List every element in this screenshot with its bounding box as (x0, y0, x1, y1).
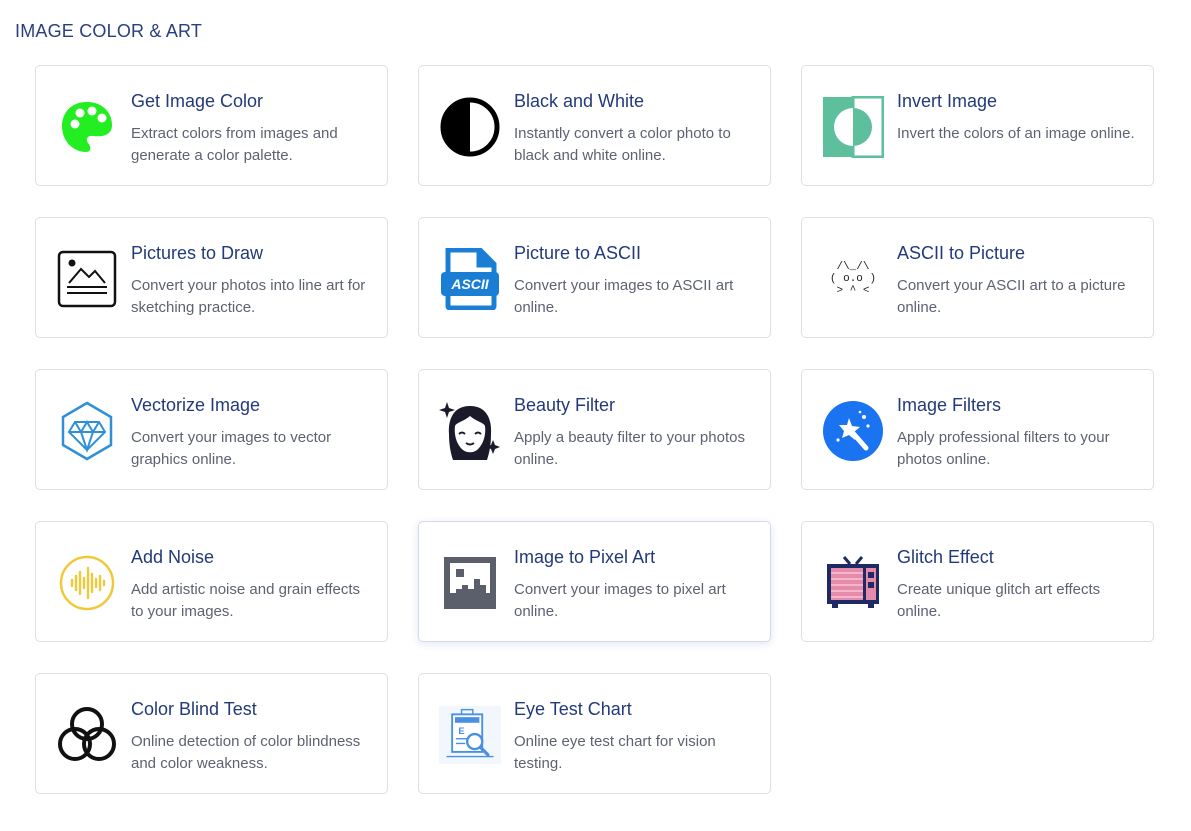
tool-description: Online eye test chart for vision testing… (514, 733, 716, 772)
tool-title: Pictures to Draw (131, 243, 264, 263)
beauty-face-icon (439, 400, 501, 462)
tool-card-image-filters[interactable]: Image Filters Apply professional filters… (801, 369, 1154, 490)
tool-title: ASCII to Picture (897, 243, 1026, 263)
tool-card-beauty-filter[interactable]: Beauty Filter Apply a beauty filter to y… (418, 369, 771, 490)
tool-description: Convert your images to pixel art online. (514, 581, 726, 620)
tool-description: Instantly convert a color photo to black… (514, 125, 731, 164)
tool-card-color-blind-test[interactable]: Color Blind Test Online detection of col… (35, 673, 388, 794)
tool-title: Eye Test Chart (514, 699, 632, 719)
tool-title: Glitch Effect (897, 547, 994, 567)
tool-card-glitch-effect[interactable]: Glitch Effect Create unique glitch art e… (801, 521, 1154, 642)
vector-gem-icon (56, 400, 118, 462)
tool-card-add-noise[interactable]: Add Noise Add artistic noise and grain e… (35, 521, 388, 642)
tool-description: Add artistic noise and grain effects to … (131, 581, 361, 620)
section-title: IMAGE COLOR & ART (15, 21, 203, 41)
tool-description: Convert your ASCII art to a picture onli… (897, 277, 1126, 316)
palette-icon (56, 96, 118, 158)
tool-description: Apply a beauty filter to your photos onl… (514, 429, 745, 468)
sound-wave-icon (56, 552, 118, 614)
tool-description: Convert your images to ASCII art online. (514, 277, 734, 316)
tool-description: Invert the colors of an image online. (897, 125, 1135, 142)
tool-title: Add Noise (131, 547, 215, 567)
tool-title: Picture to ASCII (514, 243, 642, 263)
color-circles-icon (56, 704, 118, 766)
ascii-line: > ^ < (836, 285, 869, 297)
tool-card-image-to-pixel-art[interactable]: Image to Pixel Art Convert your images t… (418, 521, 771, 642)
tool-description: Convert your photos into line art for sk… (131, 277, 366, 316)
tool-card-picture-to-ascii[interactable]: ASCII Picture to ASCII Convert your imag… (418, 217, 771, 338)
tool-description: Apply professional filters to your photo… (897, 429, 1110, 468)
eye-chart-icon: E (439, 704, 501, 766)
eye-chart-letter: E (458, 725, 464, 736)
tool-description: Online detection of color blindness and … (131, 733, 361, 772)
ascii-file-icon: ASCII (439, 248, 501, 310)
tool-card-ascii-to-picture[interactable]: /\_/\ ( o.o ) > ^ < ASCII to Picture Con… (801, 217, 1154, 338)
tool-description: Convert your images to vector graphics o… (131, 429, 332, 468)
contrast-icon (439, 96, 501, 158)
tool-title: Image to Pixel Art (514, 547, 656, 567)
tool-title: Image Filters (897, 395, 1002, 415)
tool-title: Get Image Color (131, 91, 264, 111)
invert-icon (822, 96, 884, 158)
tool-card-get-image-color[interactable]: Get Image Color Extract colors from imag… (35, 65, 388, 186)
ascii-line: /\_/\ (836, 261, 869, 273)
tool-card-eye-test-chart[interactable]: E Eye Test Chart Online eye test chart f… (418, 673, 771, 794)
ascii-face-icon: /\_/\ ( o.o ) > ^ < (822, 248, 884, 310)
tool-title: Color Blind Test (131, 699, 257, 719)
magic-wand-icon (822, 400, 884, 462)
glitch-tv-icon (822, 552, 884, 614)
tool-title: Invert Image (897, 91, 998, 111)
ascii-label: ASCII (450, 276, 489, 292)
tool-title: Beauty Filter (514, 395, 616, 415)
sketch-picture-icon (56, 248, 118, 310)
tool-title: Vectorize Image (131, 395, 261, 415)
tool-description: Extract colors from images and generate … (131, 125, 338, 164)
tool-card-black-and-white[interactable]: Black and White Instantly convert a colo… (418, 65, 771, 186)
tool-card-vectorize-image[interactable]: Vectorize Image Convert your images to v… (35, 369, 388, 490)
ascii-line: ( o.o ) (830, 273, 876, 285)
tool-title: Black and White (514, 91, 645, 111)
pixel-image-icon (439, 552, 501, 614)
tool-description: Create unique glitch art effects online. (897, 581, 1101, 620)
tool-card-pictures-to-draw[interactable]: Pictures to Draw Convert your photos int… (35, 217, 388, 338)
tool-grid: Get Image Color Extract colors from imag… (35, 65, 1154, 794)
tool-card-invert-image[interactable]: Invert Image Invert the colors of an ima… (801, 65, 1154, 186)
